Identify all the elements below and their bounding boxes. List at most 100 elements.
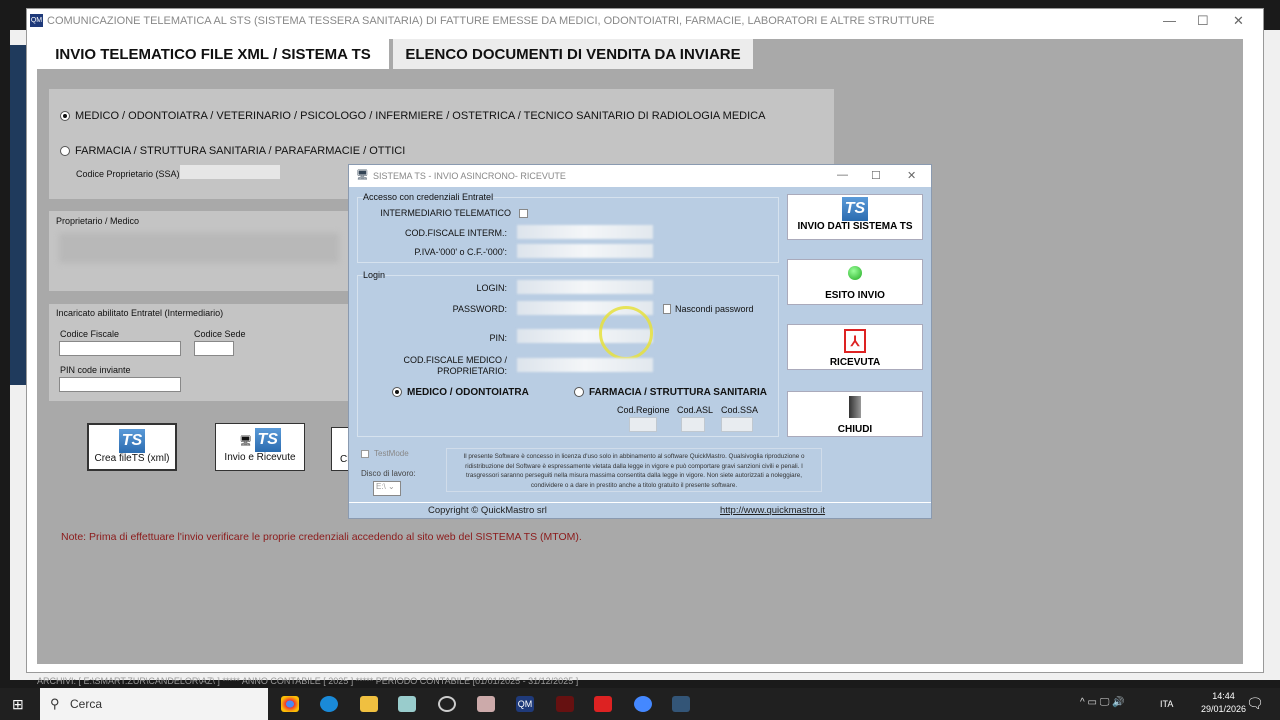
cf-medico-label: COD.FISCALE MEDICO / PROPRIETARIO:: [403, 355, 507, 376]
crea-file-ts-button[interactable]: TS Crea fileTS (xml): [87, 423, 177, 471]
door-icon: [849, 396, 861, 418]
app-icon[interactable]: [634, 696, 652, 712]
codice-sede-label: Codice Sede: [194, 329, 246, 339]
testmode-label: TestMode: [374, 449, 409, 458]
windows-start-icon[interactable]: ⊞: [12, 696, 24, 713]
cf-interm-input[interactable]: [517, 225, 653, 239]
incaricato-title: Incaricato abilitato Entratel (Intermedi…: [56, 308, 224, 318]
ricevuta-label: RICEVUTA: [829, 357, 881, 368]
license-text: Il presente Software è concesso in licen…: [446, 448, 822, 492]
green-led-icon: [848, 266, 862, 280]
chiudi-label: CHIUDI: [837, 424, 873, 435]
chrome-icon[interactable]: [281, 696, 299, 712]
password-label: PASSWORD:: [452, 304, 507, 314]
ts-logo-icon: TS: [119, 429, 145, 453]
cod-regione-label: Cod.Regione: [617, 405, 670, 415]
login-label: LOGIN:: [476, 283, 507, 293]
esito-invio-button[interactable]: ESITO INVIO: [787, 259, 923, 305]
cod-asl-label: Cod.ASL: [677, 405, 714, 415]
dialog-title: SISTEMA TS - INVIO ASINCRONO- RICEVUTE: [373, 171, 566, 181]
radio-farmacia-dialog[interactable]: [574, 387, 584, 397]
dialog-title-bar: 🖥 SISTEMA TS - INVIO ASINCRONO- RICEVUTE…: [349, 165, 931, 187]
app-icon[interactable]: [672, 696, 690, 712]
search-icon: ⚲: [50, 696, 60, 711]
taskbar-search[interactable]: ⚲ Cerca: [40, 688, 268, 720]
disco-select[interactable]: E:\ ⌄: [373, 481, 401, 496]
dialog-maximize-button[interactable]: ☐: [871, 169, 881, 182]
radio-medico[interactable]: [60, 111, 70, 121]
proprietario-blurred: [59, 233, 339, 263]
invio-dati-button[interactable]: TS INVIO DATI SISTEMA TS: [787, 194, 923, 240]
invio-ricevute-button[interactable]: 🖥 TS Invio e Ricevute: [215, 423, 305, 471]
cod-regione-input[interactable]: [629, 417, 657, 432]
piva-input[interactable]: [517, 244, 653, 258]
chiudi-button[interactable]: CHIUDI: [787, 391, 923, 437]
cod-ssa-label: Cod.SSA: [721, 405, 759, 415]
entratel-group-label: Accesso con credenziali Entratel: [363, 192, 494, 202]
media-icon[interactable]: [438, 696, 456, 712]
radio-farmacia-label: FARMACIA / STRUTTURA SANITARIA / PARAFAR…: [75, 145, 406, 157]
cod-ssa-input[interactable]: [721, 417, 753, 432]
website-link[interactable]: http://www.quickmastro.it: [720, 505, 825, 516]
sistema-ts-dialog: 🖥 SISTEMA TS - INVIO ASINCRONO- RICEVUTE…: [348, 164, 932, 519]
pin-input[interactable]: [59, 377, 181, 392]
paint-icon[interactable]: [477, 696, 495, 712]
minimize-button[interactable]: —: [1163, 13, 1176, 28]
pin-label: PIN:: [489, 333, 507, 343]
note-text: Note: Prima di effettuare l'invio verifi…: [61, 531, 582, 543]
copyright-text: Copyright © QuickMastro srl: [428, 505, 547, 516]
cf-medico-input[interactable]: [517, 358, 653, 372]
file-explorer-icon[interactable]: [360, 696, 378, 712]
nascondi-password-label: Nascondi password: [675, 304, 754, 314]
ts-logo-icon: TS: [254, 428, 281, 452]
cursor-highlight: [599, 306, 653, 360]
nascondi-password-checkbox[interactable]: [663, 304, 671, 314]
acrobat-icon[interactable]: [594, 696, 612, 712]
app-icon[interactable]: [556, 696, 574, 712]
login-group-label: Login: [363, 270, 386, 280]
disco-value: E:\: [376, 482, 386, 491]
testmode-checkbox[interactable]: [361, 450, 369, 458]
quickmastro-icon[interactable]: QM: [516, 696, 534, 712]
esito-invio-label: ESITO INVIO: [825, 290, 885, 301]
cf-interm-label: COD.FISCALE INTERM.:: [404, 228, 507, 238]
radio-medico-label: MEDICO / ODONTOIATRA / VETERINARIO / PSI…: [75, 110, 766, 122]
dialog-footer: Copyright © QuickMastro srl http://www.q…: [349, 502, 931, 518]
maximize-button[interactable]: ☐: [1197, 13, 1209, 29]
status-bar: ARCHIVI: [ E:\SMART.ZUR\CANDELOR\AZ\ ] *…: [37, 676, 579, 686]
ts-logo-icon: TS: [842, 197, 868, 221]
cod-asl-input[interactable]: [681, 417, 705, 432]
language-indicator[interactable]: ITA: [1160, 699, 1173, 709]
notification-icon[interactable]: 🗨: [1246, 695, 1264, 712]
main-title-bar: QM COMUNICAZIONE TELEMATICA AL STS (SIST…: [27, 9, 1263, 33]
edge-icon[interactable]: [320, 696, 338, 712]
codice-sede-input[interactable]: [194, 341, 234, 356]
intermediario-checkbox[interactable]: [519, 209, 528, 218]
tray-icons[interactable]: ^ ▭ 🖵 🔊: [1080, 697, 1125, 708]
tab-invio-telematico[interactable]: INVIO TELEMATICO FILE XML / SISTEMA TS: [37, 39, 389, 69]
search-placeholder: Cerca: [70, 697, 103, 711]
clock[interactable]: 14:44 29/01/2026: [1201, 690, 1246, 716]
radio-medico-dialog-label: MEDICO / ODONTOIATRA: [407, 387, 529, 398]
incaricato-panel: Incaricato abilitato Entratel (Intermedi…: [49, 304, 349, 401]
radio-farmacia[interactable]: [60, 146, 70, 156]
login-input[interactable]: [517, 280, 653, 294]
app-icon[interactable]: [398, 696, 416, 712]
piva-label: P.IVA-'000' o C.F.-'000':: [414, 247, 507, 257]
dialog-close-button[interactable]: ✕: [907, 169, 916, 182]
proprietario-panel: Proprietario / Medico: [49, 211, 349, 291]
codice-proprietario-input[interactable]: [180, 165, 280, 179]
clock-time: 14:44: [1212, 691, 1235, 701]
crea-file-ts-label: Crea fileTS (xml): [94, 453, 170, 464]
tab-elenco-documenti[interactable]: ELENCO DOCUMENTI DI VENDITA DA INVIARE: [393, 39, 753, 69]
invio-dati-label: INVIO DATI SISTEMA TS: [797, 221, 913, 232]
disco-label: Disco di lavoro:: [361, 469, 416, 478]
ricevuta-button[interactable]: ⅄ RICEVUTA: [787, 324, 923, 370]
radio-medico-dialog[interactable]: [392, 387, 402, 397]
dialog-minimize-button[interactable]: —: [837, 169, 848, 181]
radio-farmacia-dialog-label: FARMACIA / STRUTTURA SANITARIA: [589, 387, 767, 398]
close-button[interactable]: ✕: [1233, 13, 1244, 29]
intermediario-label: INTERMEDIARIO TELEMATICO: [380, 208, 511, 218]
codice-fiscale-input[interactable]: [59, 341, 181, 356]
codice-fiscale-label: Codice Fiscale: [60, 329, 120, 339]
